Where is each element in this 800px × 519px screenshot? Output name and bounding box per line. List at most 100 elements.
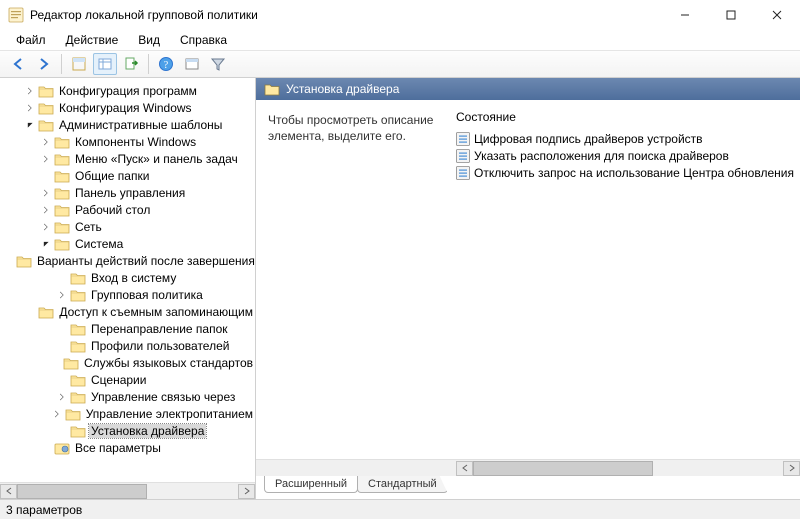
properties-button[interactable]	[180, 53, 204, 75]
tree-item[interactable]: Вход в систему	[0, 269, 255, 286]
setting-item[interactable]: Отключить запрос на использование Центра…	[456, 164, 800, 181]
tree-item[interactable]: Общие папки	[0, 167, 255, 184]
menu-action[interactable]: Действие	[58, 32, 127, 48]
tree-item-label: Службы языковых стандартов	[82, 356, 255, 370]
tree-item[interactable]: Профили пользователей	[0, 337, 255, 354]
menu-help[interactable]: Справка	[172, 32, 235, 48]
list-hscroll[interactable]	[256, 459, 800, 476]
tree-item[interactable]: Сеть	[0, 218, 255, 235]
setting-icon	[456, 166, 470, 180]
tree-expander[interactable]	[38, 202, 54, 218]
tree-item[interactable]: Административные шаблоны	[0, 116, 255, 133]
tree-expander[interactable]	[38, 185, 54, 201]
tab-standard[interactable]: Стандартный	[357, 476, 448, 493]
tree[interactable]: Конфигурация программКонфигурация Window…	[0, 78, 255, 482]
tree-expander-none	[38, 440, 54, 456]
forward-button[interactable]	[32, 53, 56, 75]
tree-expander-none	[38, 168, 54, 184]
view-tabs: Расширенный Стандартный	[256, 476, 800, 499]
close-button[interactable]	[754, 0, 800, 30]
menubar: Файл Действие Вид Справка	[0, 30, 800, 50]
tree-expander[interactable]	[38, 236, 54, 252]
tree-item-label: Варианты действий после завершения	[35, 254, 255, 268]
tree-expander[interactable]	[49, 406, 65, 422]
tree-item-label: Компоненты Windows	[73, 135, 198, 149]
tree-item[interactable]: Доступ к съемным запоминающим	[0, 303, 255, 320]
folder-icon	[54, 186, 70, 200]
setting-label: Отключить запрос на использование Центра…	[474, 166, 794, 180]
tree-item[interactable]: Установка драйвера	[0, 422, 255, 439]
toolbar: ?	[0, 50, 800, 78]
settings-list: Цифровая подпись драйверов устройств Указ…	[456, 130, 800, 181]
folder-icon	[38, 118, 54, 132]
export-button[interactable]	[119, 53, 143, 75]
column-header-state[interactable]: Состояние	[456, 108, 800, 130]
folder-icon	[70, 271, 86, 285]
filter-button[interactable]	[206, 53, 230, 75]
tree-item[interactable]: Конфигурация Windows	[0, 99, 255, 116]
tree-item-label: Профили пользователей	[89, 339, 231, 353]
tree-item[interactable]: Рабочий стол	[0, 201, 255, 218]
content-header: Установка драйвера	[256, 78, 800, 100]
tree-item[interactable]: Конфигурация программ	[0, 82, 255, 99]
setting-label: Указать расположения для поиска драйверо…	[474, 149, 729, 163]
tree-item-label: Сеть	[73, 220, 104, 234]
setting-item[interactable]: Указать расположения для поиска драйверо…	[456, 147, 800, 164]
help-button[interactable]: ?	[154, 53, 178, 75]
tree-item[interactable]: Службы языковых стандартов	[0, 354, 255, 371]
folder-icon	[70, 288, 86, 302]
description-column: Чтобы просмотреть описание элемента, выд…	[256, 108, 456, 459]
tree-item-label: Общие папки	[73, 169, 151, 183]
back-button[interactable]	[6, 53, 30, 75]
tree-expander[interactable]	[38, 219, 54, 235]
all-settings-icon	[54, 441, 70, 455]
tree-hscroll[interactable]	[0, 482, 255, 499]
tree-item-label: Управление электропитанием	[84, 407, 255, 421]
tree-expander[interactable]	[22, 100, 38, 116]
minimize-button[interactable]	[662, 0, 708, 30]
tree-item[interactable]: Перенаправление папок	[0, 320, 255, 337]
folder-icon	[70, 424, 86, 438]
tree-expander[interactable]	[54, 287, 70, 303]
tree-item[interactable]: Система	[0, 235, 255, 252]
setting-label: Цифровая подпись драйверов устройств	[474, 132, 703, 146]
tree-expander[interactable]	[22, 83, 38, 99]
folder-icon	[16, 254, 32, 268]
tab-extended[interactable]: Расширенный	[264, 476, 358, 493]
tree-item[interactable]: Управление электропитанием	[0, 405, 255, 422]
tree-expander[interactable]	[38, 151, 54, 167]
tab-standard-label: Стандартный	[368, 478, 437, 490]
maximize-button[interactable]	[708, 0, 754, 30]
tree-item[interactable]: Меню «Пуск» и панель задач	[0, 150, 255, 167]
content-header-title: Установка драйвера	[286, 82, 399, 96]
folder-icon	[54, 169, 70, 183]
tree-item[interactable]: Панель управления	[0, 184, 255, 201]
tree-item[interactable]: Управление связью через	[0, 388, 255, 405]
details-button[interactable]	[93, 53, 117, 75]
tree-item[interactable]: Все параметры	[0, 439, 255, 456]
folder-icon	[54, 135, 70, 149]
tree-pane: Конфигурация программКонфигурация Window…	[0, 78, 256, 499]
app-icon	[8, 7, 24, 23]
tree-item-label: Административные шаблоны	[57, 118, 224, 132]
folder-icon	[65, 407, 81, 421]
tree-item-label: Панель управления	[73, 186, 187, 200]
tree-item-label: Управление связью через	[89, 390, 237, 404]
tree-item[interactable]: Сценарии	[0, 371, 255, 388]
menu-file[interactable]: Файл	[8, 32, 54, 48]
tree-item-label: Система	[73, 237, 125, 251]
tree-expander[interactable]	[22, 117, 38, 133]
window-title: Редактор локальной групповой политики	[30, 8, 258, 22]
tree-expander[interactable]	[38, 134, 54, 150]
tree-item[interactable]: Групповая политика	[0, 286, 255, 303]
tree-expander-none	[47, 355, 63, 371]
tree-item[interactable]: Компоненты Windows	[0, 133, 255, 150]
folder-icon	[38, 101, 54, 115]
setting-item[interactable]: Цифровая подпись драйверов устройств	[456, 130, 800, 147]
scope-button[interactable]	[67, 53, 91, 75]
tree-expander-none	[54, 372, 70, 388]
tree-item[interactable]: Варианты действий после завершения	[0, 252, 255, 269]
menu-view[interactable]: Вид	[130, 32, 168, 48]
folder-icon	[70, 322, 86, 336]
tree-expander[interactable]	[54, 389, 70, 405]
